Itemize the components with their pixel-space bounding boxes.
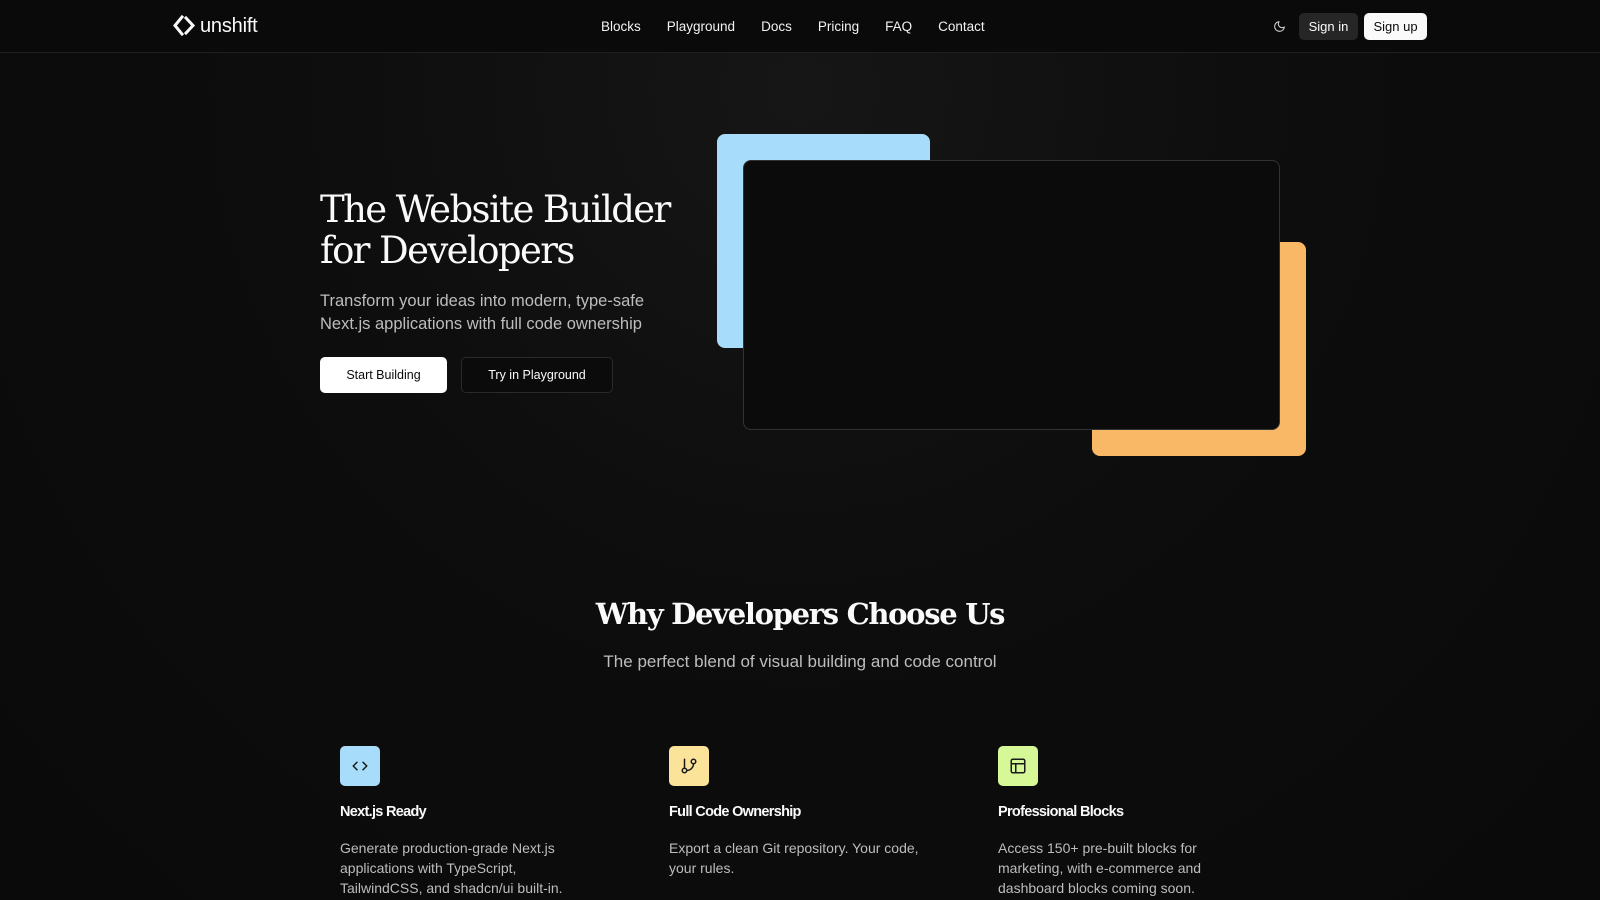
hero-subtitle: Transform your ideas into modern, type-s… xyxy=(320,292,645,333)
features-section-subtitle: The perfect blend of visual building and… xyxy=(603,652,997,671)
nav-link-playground[interactable]: Playground xyxy=(667,19,735,34)
feature-title: Next.js Ready xyxy=(340,804,427,820)
code-icon xyxy=(352,761,368,771)
try-in-playground-button[interactable]: Try in Playground xyxy=(461,357,613,393)
main-nav: Blocks Playground Docs Pricing FAQ Conta… xyxy=(601,0,985,53)
feature-card-professional-blocks: Professional Blocks Access 150+ pre-buil… xyxy=(998,746,1268,898)
git-branch-icon xyxy=(681,758,697,774)
nav-link-docs[interactable]: Docs xyxy=(761,19,792,34)
brand-name: unshift xyxy=(200,14,258,37)
hero-title: The Website Builder for Developers xyxy=(320,189,700,271)
layout-icon xyxy=(1010,758,1026,774)
feature-icon-badge xyxy=(340,746,380,786)
feature-title: Professional Blocks xyxy=(998,804,1124,820)
feature-description: Access 150+ pre-built blocks for marketi… xyxy=(998,840,1202,896)
hero-preview-panel xyxy=(743,160,1280,430)
feature-description: Export a clean Git repository. Your code… xyxy=(669,840,919,876)
nav-link-blocks[interactable]: Blocks xyxy=(601,19,641,34)
sign-in-button[interactable]: Sign in xyxy=(1299,13,1358,40)
feature-card-nextjs: Next.js Ready Generate production-grade … xyxy=(340,746,610,898)
features-section-title: Why Developers Choose Us xyxy=(595,597,1006,631)
feature-title: Full Code Ownership xyxy=(669,804,801,820)
feature-icon-badge xyxy=(998,746,1038,786)
top-navbar: unshift Blocks Playground Docs Pricing F… xyxy=(0,0,1600,53)
nav-link-contact[interactable]: Contact xyxy=(938,19,985,34)
unshift-logo-icon xyxy=(173,14,196,37)
feature-icon-badge xyxy=(669,746,709,786)
feature-card-code-ownership: Full Code Ownership Export a clean Git r… xyxy=(669,746,939,878)
nav-link-faq[interactable]: FAQ xyxy=(885,19,912,34)
theme-toggle-button[interactable] xyxy=(1270,17,1288,35)
brand-logo-link[interactable]: unshift xyxy=(172,13,258,39)
feature-description: Generate production-grade Next.js applic… xyxy=(340,840,563,896)
hero-title-line-2: for Developers xyxy=(320,229,575,272)
nav-link-pricing[interactable]: Pricing xyxy=(818,19,859,34)
start-building-button[interactable]: Start Building xyxy=(320,357,447,393)
hero-title-line-1: The Website Builder xyxy=(320,188,671,231)
moon-icon xyxy=(1273,20,1285,32)
sign-up-button[interactable]: Sign up xyxy=(1364,13,1427,40)
landing-page: unshift Blocks Playground Docs Pricing F… xyxy=(0,0,1600,900)
